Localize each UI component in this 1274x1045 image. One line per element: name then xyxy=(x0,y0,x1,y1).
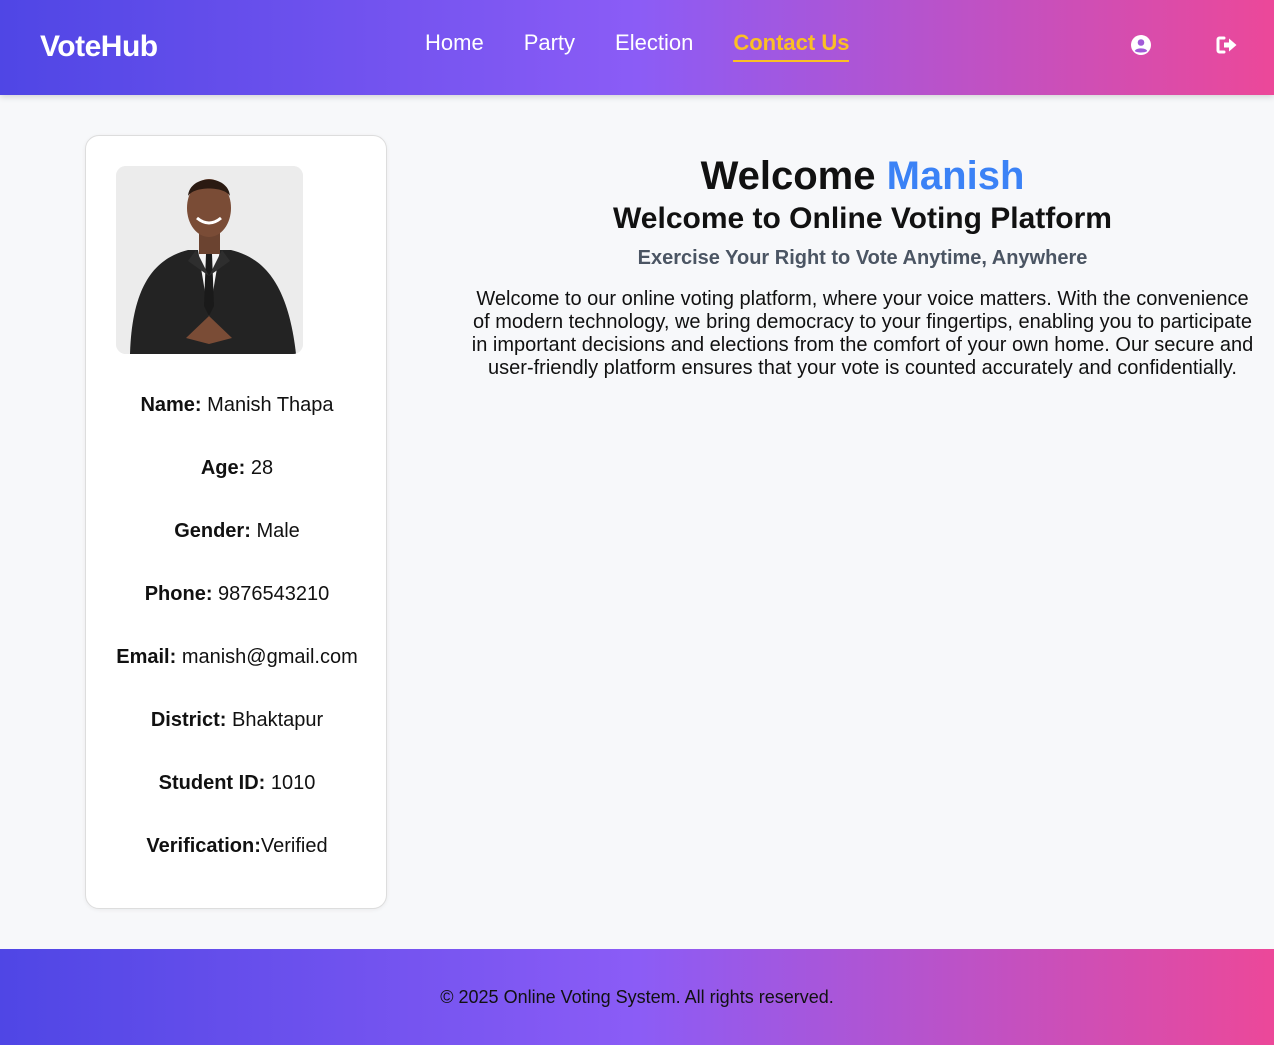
email-label: Email: xyxy=(116,646,177,668)
profile-email-row: Email: manish@gmail.com xyxy=(86,646,388,669)
profile-student-id-row: Student ID: 1010 xyxy=(86,772,388,795)
profile-photo xyxy=(116,166,303,354)
platform-title: Welcome to Online Voting Platform xyxy=(613,202,1112,235)
district-label: District: xyxy=(150,709,227,731)
student-id-value: 1010 xyxy=(270,772,316,794)
student-id-label: Student ID: xyxy=(158,772,266,794)
welcome-section: Welcome Manish Welcome to Online Voting … xyxy=(470,150,1255,380)
nav-link-party[interactable]: Party xyxy=(524,30,575,62)
brand-logo[interactable]: VoteHub xyxy=(40,30,158,64)
welcome-heading: Welcome Manish xyxy=(470,150,1255,202)
profile-district-row: District: Bhaktapur xyxy=(86,709,388,732)
tagline: Exercise Your Right to Vote Anytime, Any… xyxy=(637,247,1088,269)
gender-label: Gender: xyxy=(174,520,251,542)
profile-gender-row: Gender: Male xyxy=(86,520,388,543)
user-circle-icon[interactable] xyxy=(1131,35,1151,55)
nav-link-contact-us[interactable]: Contact Us xyxy=(733,30,850,62)
profile-verification-row: Verification:Verified xyxy=(86,835,388,858)
footer: © 2025 Online Voting System. All rights … xyxy=(0,949,1274,1045)
name-value: Manish Thapa xyxy=(207,394,334,416)
age-value: 28 xyxy=(250,457,274,479)
name-label: Name: xyxy=(140,394,202,416)
verification-label: Verification: xyxy=(146,835,261,857)
nav-link-election[interactable]: Election xyxy=(615,30,693,62)
footer-copyright: © 2025 Online Voting System. All rights … xyxy=(440,987,834,1007)
profile-name-row: Name: Manish Thapa xyxy=(86,394,388,417)
profile-phone-row: Phone: 9876543210 xyxy=(86,583,388,606)
district-value: Bhaktapur xyxy=(231,709,324,731)
age-label: Age: xyxy=(200,457,246,479)
email-value: manish@gmail.com xyxy=(181,646,358,668)
navbar: VoteHub Home Party Election Contact Us xyxy=(0,0,1274,95)
welcome-prefix: Welcome xyxy=(700,154,876,198)
profile-card: Name: Manish Thapa Age: 28 Gender: Male … xyxy=(85,135,387,909)
gender-value: Male xyxy=(256,520,300,542)
verification-value: Verified xyxy=(260,835,328,857)
nav-links: Home Party Election Contact Us xyxy=(425,30,889,62)
profile-age-row: Age: 28 xyxy=(86,457,388,480)
welcome-user-name: Manish xyxy=(886,154,1025,198)
phone-value: 9876543210 xyxy=(218,583,330,605)
nav-link-home[interactable]: Home xyxy=(425,30,484,62)
platform-description: Welcome to our online voting platform, w… xyxy=(471,288,1254,379)
logout-icon[interactable] xyxy=(1216,35,1237,55)
phone-label: Phone: xyxy=(144,583,213,605)
